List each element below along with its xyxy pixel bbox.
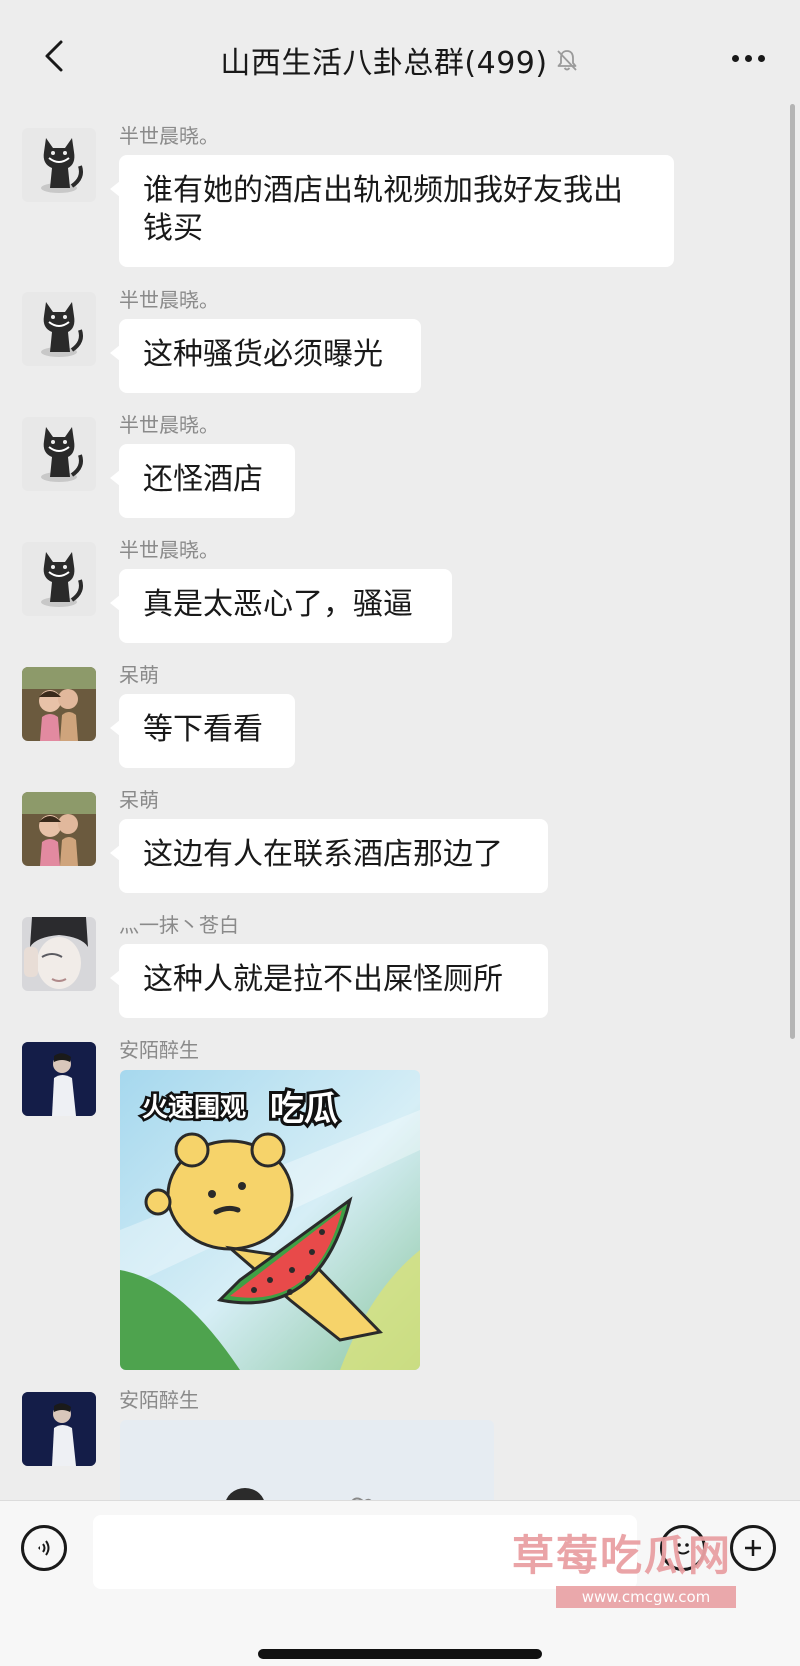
photo-image — [120, 1420, 494, 1500]
message-text: 等下看看 — [143, 712, 263, 747]
emoji-icon — [676, 1543, 690, 1555]
sender-name: 半世晨晓。 — [119, 288, 219, 312]
black-cat-avatar — [22, 292, 96, 366]
sender-name: 半世晨晓。 — [119, 413, 219, 437]
kids-photo-avatar — [22, 667, 96, 741]
sticker-caption: 火速围观 — [142, 1093, 246, 1123]
sender-name: 呆萌 — [119, 788, 159, 812]
message-bubble[interactable]: 还怪酒店 — [110, 444, 295, 518]
sender-name: 半世晨晓。 — [119, 124, 219, 148]
sender-name: 安陌醉生 — [119, 1388, 199, 1412]
man-photo-avatar — [22, 1042, 96, 1116]
message-bubble[interactable]: 真是太恶心了，骚逼 — [110, 569, 452, 643]
black-cat-avatar — [22, 417, 96, 491]
man-photo-avatar — [22, 1392, 96, 1466]
avatar[interactable] — [22, 128, 96, 202]
message-bubble[interactable]: 这种骚货必须曝光 — [110, 319, 421, 393]
message-bubble[interactable]: 这边有人在联系酒店那边了 — [110, 819, 548, 893]
plus-icon — [745, 1540, 761, 1556]
scrollbar[interactable] — [790, 104, 795, 1039]
message-bubble[interactable]: 谁有她的酒店出轨视频加我好友我出 钱买 — [110, 155, 674, 267]
sender-name: 呆萌 — [119, 663, 159, 687]
avatar[interactable] — [22, 1392, 96, 1466]
more-dot — [744, 54, 752, 62]
kids-photo-avatar — [22, 792, 96, 866]
message-text-line: 钱买 — [143, 211, 203, 246]
bell-muted-icon — [556, 50, 577, 71]
avatar[interactable] — [22, 792, 96, 866]
message-text-line: 谁有她的酒店出轨视频加我好友我出 — [143, 173, 623, 208]
sender-name: 灬一抹丶苍白 — [119, 913, 239, 937]
more-dots-icon — [731, 54, 739, 62]
avatar[interactable] — [22, 1042, 96, 1116]
chat-header: 山西生活八卦总群(499) — [0, 0, 800, 112]
title-wrap: 山西生活八卦总群(499) — [0, 38, 800, 82]
avatar[interactable] — [22, 292, 96, 366]
plus-button[interactable] — [730, 1525, 776, 1571]
more-button[interactable] — [722, 40, 774, 76]
voice-button[interactable] — [21, 1525, 67, 1571]
message-text: 这种骚货必须曝光 — [143, 337, 383, 372]
sender-name: 安陌醉生 — [119, 1038, 199, 1062]
chat-title: 山西生活八卦总群(499) — [220, 46, 548, 81]
black-cat-avatar — [22, 128, 96, 202]
message-list[interactable]: 半世晨晓。 谁有她的酒店出轨视频加我好友我出 钱买 半世晨晓。 这种骚货必须曝光 — [0, 112, 800, 1500]
message-text: 这边有人在联系酒店那边了 — [143, 837, 503, 872]
avatar[interactable] — [22, 542, 96, 616]
message-input[interactable] — [93, 1515, 637, 1589]
sticker-image[interactable]: 火速围观 吃瓜 — [120, 1070, 420, 1370]
message-text: 还怪酒店 — [143, 462, 263, 497]
voice-icon — [38, 1540, 50, 1556]
input-bar — [0, 1500, 800, 1666]
emoji-button[interactable] — [660, 1525, 706, 1571]
avatar[interactable] — [22, 917, 96, 991]
avatar[interactable] — [22, 667, 96, 741]
photo-message[interactable] — [120, 1420, 494, 1500]
message-bubble[interactable]: 等下看看 — [110, 694, 295, 768]
home-indicator — [258, 1649, 542, 1659]
black-cat-avatar — [22, 542, 96, 616]
message-text: 真是太恶心了，骚逼 — [143, 587, 413, 622]
melon-eating-bear-sticker: 火速围观 吃瓜 — [120, 1070, 420, 1370]
message-bubble[interactable]: 这种人就是拉不出屎怪厕所 — [110, 944, 548, 1018]
message-text: 这种人就是拉不出屎怪厕所 — [143, 962, 503, 997]
face-photo-avatar — [22, 917, 96, 991]
sender-name: 半世晨晓。 — [119, 538, 219, 562]
more-dot — [757, 54, 765, 62]
avatar[interactable] — [22, 417, 96, 491]
sticker-caption-large: 吃瓜 — [270, 1089, 338, 1129]
